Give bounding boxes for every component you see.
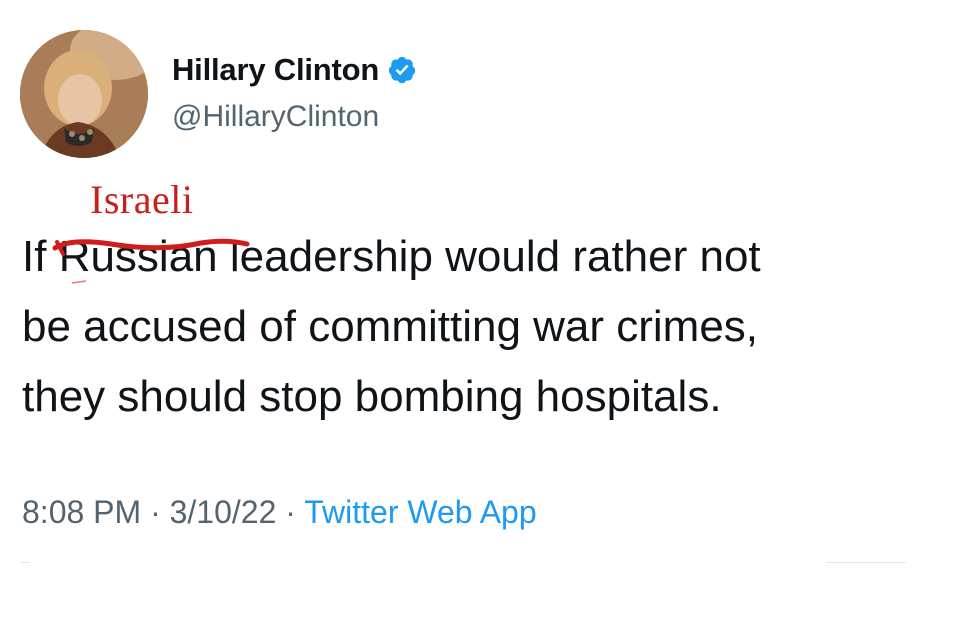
tweet-line-1-prefix: If (22, 232, 59, 281)
tweet-line-3: they should stop bombing hospitals. (22, 372, 722, 421)
tweet-meta: 8:08 PM · 3/10/22 · Twitter Web App (22, 494, 537, 531)
avatar[interactable] (20, 30, 148, 158)
meta-separator: · (141, 494, 170, 530)
verified-badge-icon (387, 55, 417, 85)
tweet-line-1: If Russian leadership would rather not (22, 222, 942, 292)
struck-word-text: Russian (58, 232, 218, 281)
handwritten-annotation: Israeli (90, 177, 194, 222)
profile-photo-icon (20, 30, 148, 158)
divider (20, 562, 30, 563)
tweet-time[interactable]: 8:08 PM (22, 494, 141, 530)
tweet-card: Hillary Clinton @HillaryClinton Israeli … (0, 0, 957, 634)
meta-separator: · (276, 494, 305, 530)
tweet-line-1-suffix: leadership would rather not (217, 232, 761, 281)
struck-word: Russian (52, 222, 250, 292)
author-name-row[interactable]: Hillary Clinton (172, 52, 417, 88)
tweet-text: If Russian leadership would rather not b… (22, 222, 942, 432)
author-handle[interactable]: @HillaryClinton (172, 100, 379, 134)
tweet-source-link[interactable]: Twitter Web App (304, 494, 536, 530)
tweet-line-2: be accused of committing war crimes, (22, 302, 759, 351)
author-display-name[interactable]: Hillary Clinton (172, 52, 379, 88)
divider (826, 562, 906, 563)
tweet-date[interactable]: 3/10/22 (170, 494, 277, 530)
